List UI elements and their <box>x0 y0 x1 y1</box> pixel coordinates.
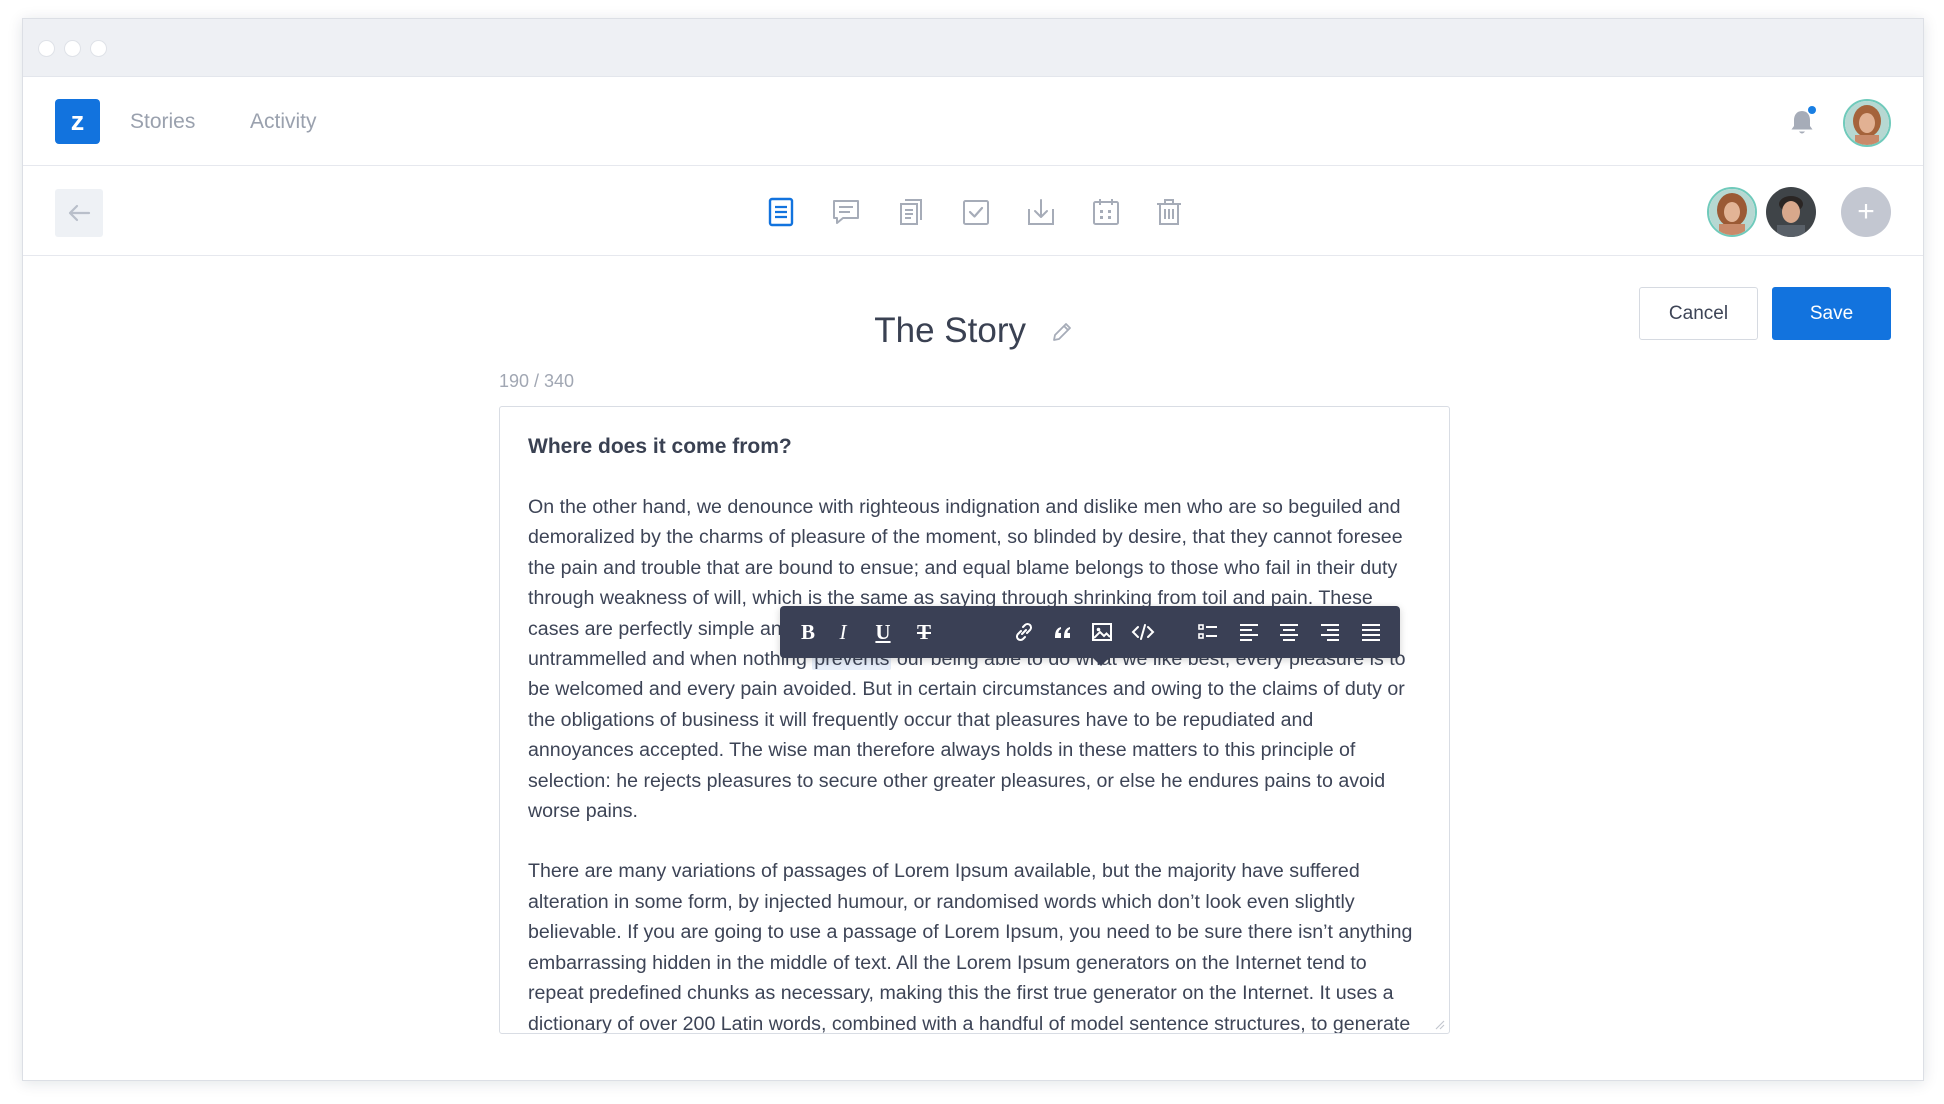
nav-link-stories[interactable]: Stories <box>130 110 195 134</box>
app-logo[interactable]: z <box>55 99 100 144</box>
nav-link-activity[interactable]: Activity <box>250 110 317 134</box>
resize-grip-icon[interactable] <box>1433 1017 1445 1030</box>
align-center-icon[interactable] <box>1272 606 1306 658</box>
bold-button[interactable]: B <box>791 606 825 658</box>
copy-icon[interactable] <box>896 197 926 227</box>
link-icon[interactable] <box>1007 606 1041 658</box>
notification-bell-icon[interactable] <box>1788 106 1816 137</box>
notification-dot <box>1808 106 1816 114</box>
story-title-row: The Story <box>23 311 1923 353</box>
document-icon[interactable] <box>766 197 796 227</box>
story-paragraph: There are many variations of passages of… <box>528 860 1413 1034</box>
story-heading: Where does it come from? <box>528 435 792 458</box>
checkbox-icon[interactable] <box>961 197 991 227</box>
back-button[interactable] <box>55 189 103 237</box>
align-right-icon[interactable] <box>1313 606 1347 658</box>
user-avatar[interactable] <box>1843 99 1891 147</box>
strikethrough-button[interactable]: T <box>907 606 941 658</box>
window-titlebar <box>23 19 1923 77</box>
italic-button[interactable]: I <box>826 606 860 658</box>
edit-pencil-icon[interactable] <box>1050 313 1074 353</box>
window-close-dot[interactable] <box>38 40 55 57</box>
arrow-left-icon <box>68 204 91 222</box>
align-left-icon[interactable] <box>1232 606 1266 658</box>
collaborator-avatar[interactable] <box>1707 187 1757 237</box>
comment-icon[interactable] <box>831 197 861 227</box>
justify-icon[interactable] <box>1354 606 1388 658</box>
trash-icon[interactable] <box>1154 197 1184 227</box>
paragraph-text: our being able to do what we like best, … <box>528 648 1406 823</box>
image-icon[interactable] <box>1085 606 1119 658</box>
window-minimize-dot[interactable] <box>64 40 81 57</box>
top-navbar: z Stories Activity <box>23 77 1923 166</box>
story-paragraph: On the other hand, we denounce with righ… <box>528 492 1421 826</box>
underline-button[interactable]: U <box>866 606 900 658</box>
quote-icon[interactable] <box>1046 606 1080 658</box>
character-counter: 190 / 340 <box>499 371 575 391</box>
download-icon[interactable] <box>1026 197 1056 227</box>
story-title: The Story <box>874 311 1026 350</box>
app-window: z Stories Activity + Cancel Save The Sto… <box>22 18 1924 1081</box>
window-maximize-dot[interactable] <box>90 40 107 57</box>
editor-toolbar: + <box>23 167 1923 256</box>
list-icon[interactable] <box>1191 606 1225 658</box>
add-member-button[interactable]: + <box>1841 187 1891 237</box>
text-format-toolbar: B I U T <box>780 606 1400 666</box>
calendar-icon[interactable] <box>1091 197 1121 227</box>
story-editor[interactable]: Where does it come from? On the other ha… <box>499 406 1450 1034</box>
code-icon[interactable] <box>1126 606 1160 658</box>
collaborator-avatar[interactable] <box>1766 187 1816 237</box>
